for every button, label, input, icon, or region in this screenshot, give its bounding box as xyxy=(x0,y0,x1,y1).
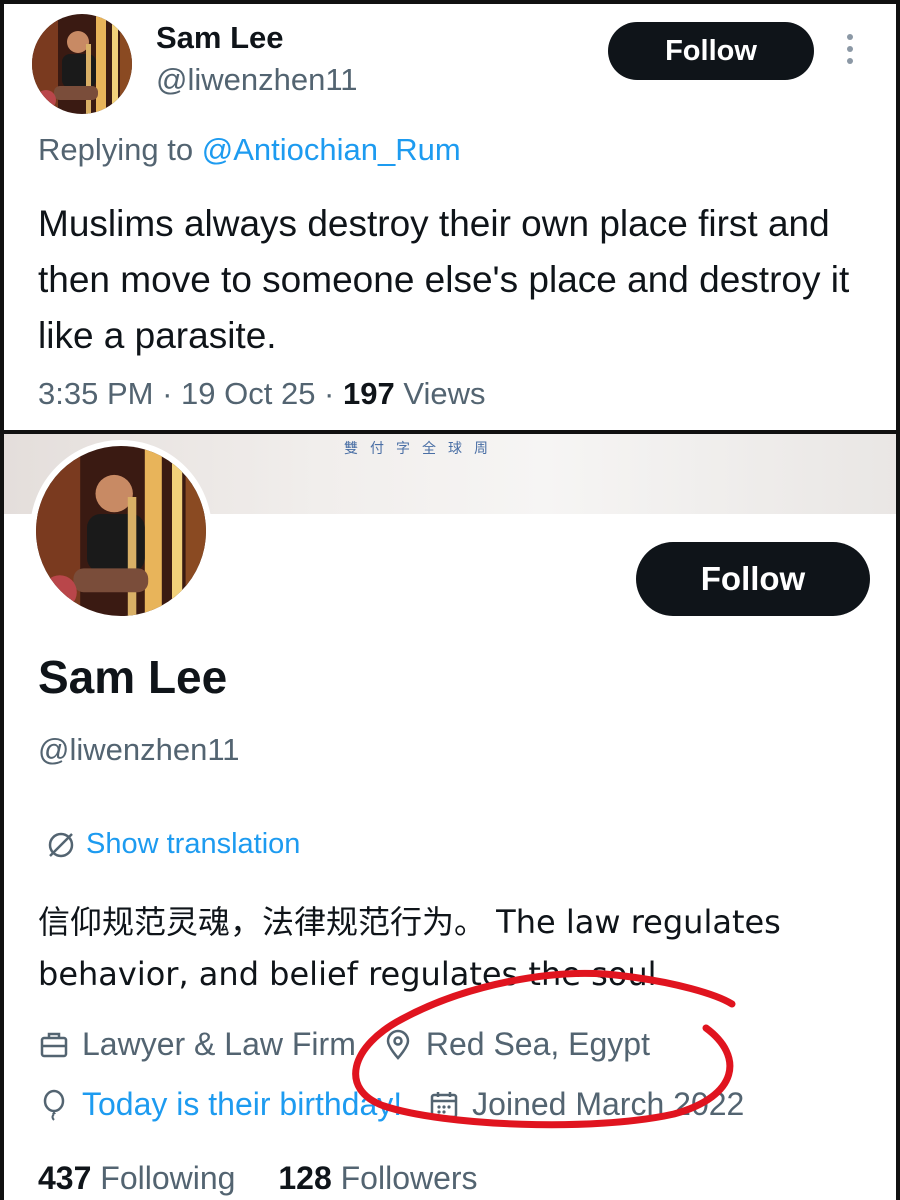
follow-button[interactable]: Follow xyxy=(608,22,814,80)
avatar-photo xyxy=(36,446,206,616)
replying-to: Replying to @Antiochian_Rum xyxy=(38,132,461,168)
avatar-photo xyxy=(32,14,132,114)
follow-button[interactable]: Follow xyxy=(636,542,870,616)
joined-label: Joined March 2022 xyxy=(472,1086,745,1122)
profile-location: Red Sea, Egypt xyxy=(382,1026,650,1063)
avatar[interactable] xyxy=(32,14,132,114)
tweet-date[interactable]: 19 Oct 25 xyxy=(181,376,315,411)
profile-category: Lawyer & Law Firm xyxy=(38,1026,356,1063)
following-count: 437 xyxy=(38,1160,92,1196)
profile-meta-row: Lawyer & Law Firm Red Sea, Egypt xyxy=(38,1026,676,1063)
profile-bio: 信仰规范灵魂，法律规范行为。 The law regulates behavio… xyxy=(38,903,781,993)
reply-mention-link[interactable]: @Antiochian_Rum xyxy=(202,132,461,167)
profile-handle: @liwenzhen11 xyxy=(38,732,240,767)
following-link[interactable]: 437 Following xyxy=(38,1160,235,1196)
show-translation-label[interactable]: Show translation xyxy=(86,828,300,861)
birthday-label: Today is their birthday! xyxy=(82,1086,403,1122)
calendar-icon xyxy=(430,1091,458,1118)
banner-text: 雙付字全球周 xyxy=(344,441,500,457)
location-label: Red Sea, Egypt xyxy=(425,1026,650,1062)
following-label: Following xyxy=(100,1160,236,1196)
profile-avatar[interactable] xyxy=(30,440,212,622)
followers-label: Followers xyxy=(340,1160,478,1196)
tweet-time[interactable]: 3:35 PM xyxy=(38,376,153,411)
views-label: Views xyxy=(403,376,486,411)
tweet-panel: Sam Lee @liwenzhen11 Follow Replying to … xyxy=(0,0,900,434)
reply-prefix: Replying to xyxy=(38,132,194,167)
followers-count: 128 xyxy=(278,1160,332,1196)
translate-globe-icon xyxy=(48,832,74,857)
profile-joined: Joined March 2022 xyxy=(428,1086,744,1123)
followers-link[interactable]: 128 Followers xyxy=(278,1160,477,1196)
tweet-meta: 3:35 PM · 19 Oct 25 · 197 Views xyxy=(38,376,486,412)
profile-birthday: Today is their birthday! xyxy=(38,1086,402,1123)
profile-meta-row: Today is their birthday! Joined March 20… xyxy=(38,1086,770,1123)
more-vertical-icon[interactable] xyxy=(842,34,858,74)
author-handle[interactable]: @liwenzhen11 xyxy=(156,62,358,98)
views-count: 197 xyxy=(343,376,395,411)
meta-separator: · xyxy=(153,376,182,411)
location-pin-icon xyxy=(386,1029,410,1060)
follow-stats: 437 Following 128 Followers xyxy=(38,1160,512,1197)
tweet-text: Muslims always destroy their own place f… xyxy=(38,203,850,356)
profile-name: Sam Lee xyxy=(38,651,228,703)
briefcase-icon xyxy=(40,1032,68,1057)
author-name[interactable]: Sam Lee xyxy=(156,20,284,56)
profile-panel: 雙付字全球周 Follow Sam Lee @liwenzhen11 Show … xyxy=(0,430,900,1200)
meta-separator: · xyxy=(315,376,343,411)
show-translation-link[interactable]: Show translation xyxy=(46,828,300,861)
balloon-icon xyxy=(43,1089,65,1121)
category-label: Lawyer & Law Firm xyxy=(82,1026,356,1062)
